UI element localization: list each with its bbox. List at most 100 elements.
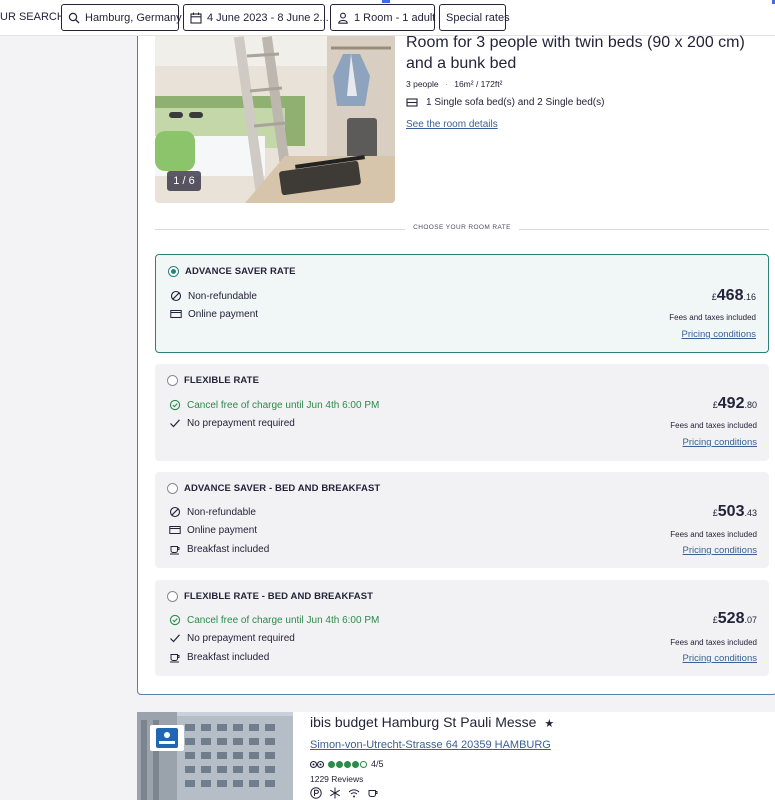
rate-option-flexible[interactable]: FLEXIBLE RATE Cancel free of charge unti… xyxy=(155,364,769,461)
no-entry-icon xyxy=(169,506,181,518)
rate-name: FLEXIBLE RATE xyxy=(184,375,260,386)
price-integer: 503 xyxy=(717,503,745,520)
pricing-conditions-link[interactable]: Pricing conditions xyxy=(683,545,757,556)
rate-option-flexible-breakfast[interactable]: FLEXIBLE RATE - BED AND BREAKFAST Cancel… xyxy=(155,580,769,676)
room-details-link[interactable]: See the room details xyxy=(406,119,498,130)
photo-counter: 1 / 6 xyxy=(167,171,201,191)
special-rates-chip[interactable]: Special rates xyxy=(439,4,510,31)
rate-feature: Non-refundable xyxy=(169,506,256,518)
rate-feature: Cancel free of charge until Jun 4th 6:00… xyxy=(169,399,379,411)
hotel-brand-logo xyxy=(150,725,184,751)
rate-feature: Online payment xyxy=(170,308,258,320)
ibis-logo-icon xyxy=(156,728,178,748)
hotel-name: ibis budget Hamburg St Pauli Messe ★ xyxy=(310,714,554,730)
rate-option-advance-saver[interactable]: ADVANCE SAVER RATE Non-refundable Online… xyxy=(155,254,769,353)
rate-feature-text: Breakfast included xyxy=(187,543,270,555)
coffee-cup-icon xyxy=(368,790,378,797)
rating-bubbles xyxy=(328,760,367,768)
rating-bubble-filled xyxy=(336,760,343,768)
rooms-text: 1 Room - 1 adult xyxy=(354,11,436,24)
tripadvisor-owl-icon xyxy=(310,760,324,768)
price-decimal: .16 xyxy=(743,292,756,302)
rate-feature: Cancel free of charge until Jun 4th 6:00… xyxy=(169,614,379,626)
dates-chip[interactable]: 4 June 2023 - 8 June 2... xyxy=(183,4,329,31)
rate-fees: Fees and taxes included xyxy=(670,638,757,647)
room-beds-text: 1 Single sofa bed(s) and 2 Single bed(s) xyxy=(426,96,605,108)
price-decimal: .80 xyxy=(744,400,757,410)
room-title: Room for 3 people with twin beds (90 x 2… xyxy=(406,34,745,72)
rate-radio[interactable] xyxy=(167,375,178,386)
room-beds: 1 Single sofa bed(s) and 2 Single bed(s) xyxy=(406,96,604,108)
coffee-cup-icon xyxy=(170,654,180,663)
rate-feature: Breakfast included xyxy=(169,543,269,555)
rate-feature-text: Online payment xyxy=(188,308,259,320)
rate-price: £528.07 xyxy=(713,610,757,628)
wifi-icon xyxy=(348,789,360,798)
parking-icon xyxy=(310,787,322,799)
hotel-rating: 4/5 xyxy=(310,759,384,769)
bed-icon xyxy=(406,98,418,107)
rate-name: ADVANCE SAVER RATE xyxy=(185,266,296,277)
coffee-cup-icon xyxy=(170,546,180,555)
choose-rate-label: CHOOSE YOUR ROOM RATE xyxy=(413,224,511,231)
destination-chip[interactable]: Hamburg, Germany xyxy=(61,4,182,31)
rate-name: ADVANCE SAVER - BED AND BREAKFAST xyxy=(184,483,381,494)
rate-name: FLEXIBLE RATE - BED AND BREAKFAST xyxy=(184,591,374,602)
scroll-indicator xyxy=(382,0,390,3)
destination-text: Hamburg, Germany xyxy=(85,11,182,24)
checkmark-icon xyxy=(170,419,180,428)
rate-feature-text: Non-refundable xyxy=(187,506,256,518)
rate-feature-text: No prepayment required xyxy=(187,632,295,644)
rate-radio[interactable] xyxy=(167,591,178,602)
rate-feature-text: No prepayment required xyxy=(187,417,295,429)
hotel-reviews: 1229 Reviews xyxy=(310,774,364,784)
rate-price: £492.80 xyxy=(713,395,757,413)
rating-bubble-filled xyxy=(328,760,335,768)
search-icon xyxy=(68,12,80,23)
rooms-chip[interactable]: 1 Room - 1 adult xyxy=(330,4,435,31)
rate-feature-text: Breakfast included xyxy=(187,651,270,663)
rate-feature: Online payment xyxy=(169,524,257,536)
rating-bubble-filled xyxy=(352,760,359,768)
rate-feature-text: Cancel free of charge until Jun 4th 6:00… xyxy=(187,614,380,626)
rate-fees: Fees and taxes included xyxy=(669,313,756,322)
price-decimal: .07 xyxy=(744,615,757,625)
rate-radio[interactable] xyxy=(168,266,179,277)
rating-value: 4/5 xyxy=(371,759,384,769)
person-icon xyxy=(338,12,348,24)
calendar-icon xyxy=(190,12,202,24)
rate-feature: Non-refundable xyxy=(170,290,257,302)
pricing-conditions-link[interactable]: Pricing conditions xyxy=(683,437,757,448)
rate-fees: Fees and taxes included xyxy=(670,421,757,430)
pricing-conditions-link[interactable]: Pricing conditions xyxy=(682,329,756,340)
hotel-star-icon: ★ xyxy=(544,718,555,730)
pricing-conditions-link[interactable]: Pricing conditions xyxy=(683,653,757,664)
dates-text: 4 June 2023 - 8 June 2... xyxy=(207,11,329,24)
rate-feature: No prepayment required xyxy=(169,417,295,429)
special-rates-text: Special rates xyxy=(446,11,510,24)
search-section-label: UR SEARCH xyxy=(0,11,65,23)
snowflake-icon xyxy=(329,787,341,799)
price-decimal: .43 xyxy=(744,508,757,518)
room-capacity: 3 people xyxy=(406,79,439,89)
price-integer: 468 xyxy=(716,287,744,304)
rate-feature-text: Cancel free of charge until Jun 4th 6:00… xyxy=(187,399,380,411)
credit-card-icon xyxy=(169,526,181,534)
meta-separator: · xyxy=(445,79,448,89)
rate-option-advance-saver-breakfast[interactable]: ADVANCE SAVER - BED AND BREAKFAST Non-re… xyxy=(155,472,769,568)
check-circle-icon xyxy=(169,399,181,411)
rate-price: £468.16 xyxy=(712,287,756,305)
rate-radio[interactable] xyxy=(167,483,178,494)
rate-fees: Fees and taxes included xyxy=(670,530,757,539)
room-meta: 3 people · 16m² / 172ft² xyxy=(406,79,502,89)
hotel-address-link[interactable]: Simon-von-Utrecht-Strasse 64 20359 HAMBU… xyxy=(310,739,551,751)
rate-feature-text: Non-refundable xyxy=(188,290,257,302)
rating-bubble-filled xyxy=(344,760,351,768)
hotel-name-text: ibis budget Hamburg St Pauli Messe xyxy=(310,714,537,730)
rate-feature: No prepayment required xyxy=(169,632,295,644)
choose-rate-divider: CHOOSE YOUR ROOM RATE xyxy=(155,222,769,236)
rating-bubble-empty xyxy=(360,760,367,768)
check-circle-icon xyxy=(169,614,181,626)
room-size: 16m² / 172ft² xyxy=(454,79,503,89)
no-entry-icon xyxy=(170,290,182,302)
